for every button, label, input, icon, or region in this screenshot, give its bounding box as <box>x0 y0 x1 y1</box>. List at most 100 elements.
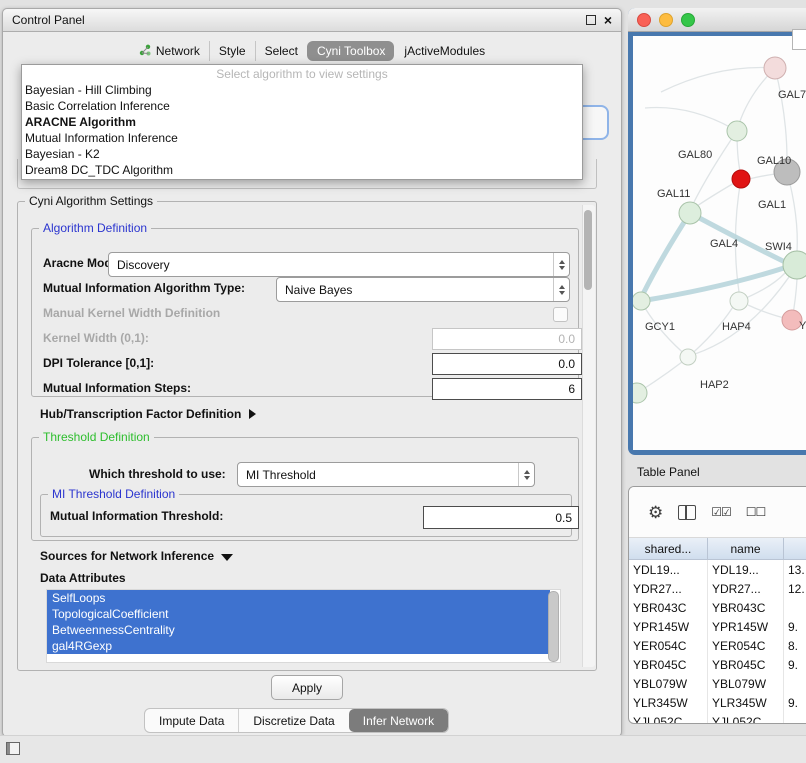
tab-network[interactable]: Network <box>130 41 209 62</box>
aracne-mode-select[interactable]: Discovery <box>108 252 570 277</box>
tab-cyni-toolbox[interactable]: Cyni Toolbox <box>307 41 394 61</box>
float-window-icon[interactable] <box>586 15 596 25</box>
node-label: GAL10 <box>757 155 791 167</box>
tab-jactivemodules[interactable]: jActiveModules <box>394 41 494 61</box>
dropdown-placeholder: Select algorithm to view settings <box>22 66 582 82</box>
node-label: GAL11 <box>657 188 690 200</box>
network-node[interactable] <box>633 383 647 403</box>
mi-threshold-group: MI Threshold Definition Mutual Informati… <box>40 494 572 537</box>
table-row[interactable]: YPR145WYPR145W9. <box>629 617 806 636</box>
dropdown-item[interactable]: Basic Correlation Inference <box>22 98 582 114</box>
table-row[interactable]: YJL052CYJL052C <box>629 712 806 724</box>
table-toolbar: ⚙ ☑☑ ☐☐ <box>629 487 806 538</box>
settings-scrollbar-track[interactable] <box>582 205 595 667</box>
settings-group-title: Cyni Algorithm Settings <box>25 194 157 208</box>
select-all-columns-icon[interactable]: ☑☑ <box>711 505 731 519</box>
mi-threshold-field[interactable]: 0.5 <box>423 506 579 529</box>
table-row[interactable]: YDR27...YDR27...12. <box>629 579 806 598</box>
table-body: YDL19...YDL19...13. YDR27...YDR27...12. … <box>629 560 806 724</box>
mi-threshold-label: Mutual Information Threshold: <box>50 509 223 523</box>
network-window-titlebar <box>628 8 806 32</box>
settings-scrollbar-thumb[interactable] <box>584 210 592 290</box>
threshold-definition-title: Threshold Definition <box>39 430 154 444</box>
network-node[interactable] <box>727 121 747 141</box>
table-panel-window: ⚙ ☑☑ ☐☐ shared... name YDL19...YDL19...1… <box>628 486 806 724</box>
attribute-item[interactable]: TopologicalCoefficient <box>47 606 550 622</box>
show-panel-icon[interactable] <box>6 742 20 755</box>
hub-section-row: Hub/Transcription Factor Definition <box>40 407 256 421</box>
minimize-traffic-light-icon[interactable] <box>659 13 673 27</box>
dropdown-item[interactable]: Mutual Information Inference <box>22 130 582 146</box>
mi-type-label: Mutual Information Algorithm Type: <box>43 281 245 295</box>
mi-type-select[interactable]: Naive Bayes <box>276 277 570 302</box>
data-attributes-list: SelfLoops TopologicalCoefficient Between… <box>46 589 561 663</box>
columns-icon[interactable] <box>678 505 696 520</box>
attribute-item[interactable]: SelfLoops <box>47 590 550 606</box>
gear-icon[interactable]: ⚙ <box>648 504 663 521</box>
network-node[interactable] <box>679 202 701 224</box>
control-panel-tabs: Network Style Select Cyni Toolbox jActiv… <box>3 39 621 63</box>
which-threshold-select[interactable]: MI Threshold <box>237 462 535 487</box>
kernel-width-field[interactable]: 0.0 <box>432 328 582 350</box>
node-label: SWI4 <box>765 241 792 253</box>
column-header-name[interactable]: name <box>708 538 784 559</box>
network-node[interactable] <box>783 251 806 279</box>
tab-discretize-data[interactable]: Discretize Data <box>238 709 348 732</box>
tab-style[interactable]: Style <box>209 41 255 61</box>
network-tab-icon <box>139 44 151 59</box>
close-traffic-light-icon[interactable] <box>637 13 651 27</box>
kernel-width-label: Kernel Width (0,1): <box>43 331 149 345</box>
dpi-tolerance-label: DPI Tolerance [0,1]: <box>43 356 154 370</box>
bottom-tabs: Impute Data Discretize Data Infer Networ… <box>144 708 449 733</box>
mi-steps-field[interactable]: 6 <box>432 378 582 400</box>
threshold-definition-group: Threshold Definition Which threshold to … <box>31 437 579 541</box>
network-canvas[interactable]: GAL7 GAL80 GAL10 GAL11 GAL1 GAL4 SWI4 GC… <box>633 36 806 450</box>
node-label: GAL4 <box>710 238 738 250</box>
table-row[interactable]: YBR043CYBR043C <box>629 598 806 617</box>
close-icon[interactable]: × <box>604 15 612 25</box>
dropdown-item[interactable]: Bayesian - Hill Climbing <box>22 82 582 98</box>
dropdown-item[interactable]: Dream8 DC_TDC Algorithm <box>22 162 582 178</box>
mi-steps-label: Mutual Information Steps: <box>43 381 191 395</box>
list-scrollbar-thumb[interactable] <box>548 591 559 662</box>
tab-impute-data[interactable]: Impute Data <box>145 709 238 732</box>
mi-threshold-group-title: MI Threshold Definition <box>48 487 179 501</box>
apply-button[interactable]: Apply <box>271 675 343 700</box>
network-scroll-corner[interactable] <box>792 29 806 50</box>
algorithm-definition-group: Algorithm Definition Aracne Mode: Discov… <box>31 228 579 397</box>
table-row[interactable]: YLR345WYLR345W9. <box>629 693 806 712</box>
attribute-item[interactable]: gal4RGexp <box>47 638 550 654</box>
tab-infer-network[interactable]: Infer Network <box>349 709 448 732</box>
collapse-arrow-icon[interactable] <box>221 554 233 561</box>
table-row[interactable]: YER054CYER054C8. <box>629 636 806 655</box>
table-row[interactable]: YBR045CYBR045C9. <box>629 655 806 674</box>
dpi-tolerance-field[interactable]: 0.0 <box>432 353 582 375</box>
network-node[interactable] <box>680 349 696 365</box>
status-bar <box>0 735 806 763</box>
expand-arrow-icon[interactable] <box>249 409 256 419</box>
network-node[interactable] <box>764 57 786 79</box>
table-row[interactable]: YDL19...YDL19...13. <box>629 560 806 579</box>
node-label: GAL1 <box>758 199 786 211</box>
zoom-traffic-light-icon[interactable] <box>681 13 695 27</box>
table-header: shared... name <box>629 538 806 560</box>
column-header-extra[interactable] <box>784 538 806 559</box>
table-row[interactable]: YBL079WYBL079W <box>629 674 806 693</box>
window-title: Control Panel <box>12 13 85 27</box>
deselect-all-columns-icon[interactable]: ☐☐ <box>746 505 766 519</box>
sources-section-row: Sources for Network Inference <box>40 549 233 563</box>
tab-select[interactable]: Select <box>255 41 307 61</box>
node-label: GAL80 <box>678 149 712 161</box>
attribute-item[interactable]: BetweennessCentrality <box>47 622 550 638</box>
network-node[interactable] <box>633 292 650 310</box>
dropdown-item[interactable]: Bayesian - K2 <box>22 146 582 162</box>
network-edges-highlighted <box>641 213 785 301</box>
control-panel-titlebar: Control Panel × <box>3 9 621 32</box>
dropdown-item-selected[interactable]: ARACNE Algorithm <box>22 114 582 130</box>
column-header-shared-name[interactable]: shared... <box>629 538 708 559</box>
table-panel-title: Table Panel <box>637 465 700 479</box>
network-node[interactable] <box>732 170 750 188</box>
data-attributes-label: Data Attributes <box>40 571 126 585</box>
manual-kernel-checkbox[interactable] <box>553 307 568 322</box>
network-node[interactable] <box>730 292 748 310</box>
